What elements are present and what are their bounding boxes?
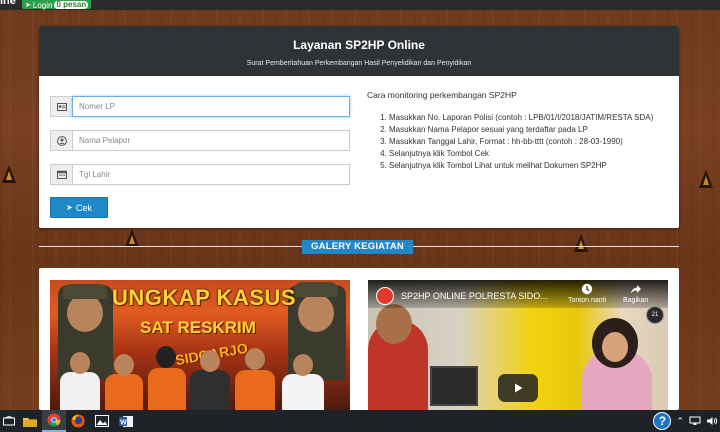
nama-pelapor-group xyxy=(50,130,350,151)
play-button[interactable] xyxy=(498,374,538,402)
gallery-title: GALERY KEGIATAN xyxy=(302,240,413,254)
person-head xyxy=(245,348,265,370)
help-icon[interactable]: ? xyxy=(653,412,672,430)
tgl-lahir-group xyxy=(50,164,350,185)
instructions-heading: Cara monitoring perkembangan SP2HP xyxy=(367,90,517,100)
taskbar-word[interactable]: W xyxy=(114,410,138,432)
person-figure xyxy=(190,370,230,410)
task-view-icon xyxy=(3,416,15,426)
poster-headline: UNGKAP KASUS xyxy=(112,285,297,310)
thumbnail-monitor xyxy=(430,366,478,406)
instruction-step: Masukkan Nama Pelapor sesuai yang terdaf… xyxy=(389,124,667,136)
instruction-step: Masukkan Tanggal Lahir, Format : hh-bb-t… xyxy=(389,136,667,148)
tgl-lahir-input[interactable] xyxy=(72,164,350,185)
decor-arrow-icon xyxy=(2,165,16,183)
watch-later-label: Tonton nanti xyxy=(568,297,607,304)
share-label: Bagikan xyxy=(623,297,649,304)
calendar-icon xyxy=(50,164,72,185)
top-navbar: ine ➤ Login 0 pesan xyxy=(0,0,720,10)
chrome-icon xyxy=(47,413,61,427)
youtube-video-embed[interactable]: SP2HP ONLINE POLRESTA SIDO... Tonton nan… xyxy=(368,280,668,410)
officer-head xyxy=(67,294,103,332)
person-figure xyxy=(60,372,100,410)
poster-subheadline: SAT RESKRIM xyxy=(140,318,256,337)
instructions-list: Masukkan No. Laporan Polisi (contoh : LP… xyxy=(367,112,667,172)
taskbar-chrome[interactable] xyxy=(42,410,66,432)
person-head xyxy=(293,354,313,376)
instruction-step: Selanjutnya klik Tombol Lihat untuk meli… xyxy=(389,160,667,172)
officer-cap xyxy=(294,282,338,297)
decor-arrow-icon xyxy=(125,229,139,247)
sp2hp-form: ➤ Cek xyxy=(50,96,350,218)
gallery-panel: UNGKAP KASUS SAT RESKRIM SIDOARJO SP2HP … xyxy=(39,268,679,410)
thumbnail-person-face xyxy=(602,332,628,362)
nama-pelapor-input[interactable] xyxy=(72,130,350,151)
panel-header: Layanan SP2HP Online Surat Pemberitahuan… xyxy=(39,26,679,76)
network-icon[interactable] xyxy=(689,416,701,426)
person-head xyxy=(200,350,220,372)
id-card-icon xyxy=(50,96,72,117)
sign-in-icon: ➤ xyxy=(66,203,73,212)
system-tray: ? ⌃ xyxy=(653,410,718,432)
speaker-icon[interactable] xyxy=(706,416,718,426)
decor-arrow-icon xyxy=(574,234,588,252)
panel-subtitle: Surat Pemberitahuan Perkembangan Hasil P… xyxy=(246,60,472,67)
windows-taskbar: W ? ⌃ xyxy=(0,410,720,432)
nomor-lp-input[interactable] xyxy=(72,96,350,117)
panel-title: Layanan SP2HP Online xyxy=(293,38,425,52)
folder-icon xyxy=(23,417,37,427)
instruction-step: Selanjutnya klik Tombol Cek xyxy=(389,148,667,160)
user-circle-icon xyxy=(50,130,72,151)
channel-avatar[interactable] xyxy=(376,287,394,305)
sp2hp-panel: Layanan SP2HP Online Surat Pemberitahuan… xyxy=(39,26,679,228)
chevron-up-icon[interactable]: ⌃ xyxy=(676,416,684,427)
instructions: Cara monitoring perkembangan SP2HP Masuk… xyxy=(367,90,667,172)
channel-watermark: 21 xyxy=(646,306,664,324)
taskbar-task-view[interactable] xyxy=(0,410,18,432)
svg-text:W: W xyxy=(120,419,127,426)
decor-arrow-icon xyxy=(699,170,713,188)
message-count-badge: 0 pesan xyxy=(54,0,89,9)
photos-icon xyxy=(95,415,109,427)
play-icon xyxy=(515,383,523,393)
person-figure xyxy=(235,370,275,410)
login-label: Login xyxy=(32,1,53,10)
brand-name[interactable]: ine xyxy=(0,0,16,7)
taskbar-photos[interactable] xyxy=(90,410,114,432)
gallery-poster-image[interactable]: UNGKAP KASUS SAT RESKRIM SIDOARJO xyxy=(50,280,350,410)
officer-cap xyxy=(63,284,107,299)
nomor-lp-group xyxy=(50,96,350,117)
firefox-icon xyxy=(71,414,85,428)
login-button[interactable]: ➤ Login 0 pesan xyxy=(22,0,92,10)
person-figure xyxy=(148,368,186,410)
login-icon: ➤ xyxy=(25,2,31,9)
word-icon: W xyxy=(119,415,133,427)
person-figure xyxy=(105,374,143,410)
taskbar-file-explorer[interactable] xyxy=(18,410,42,432)
officer-head xyxy=(298,294,334,332)
person-figure xyxy=(282,374,324,410)
person-head xyxy=(156,346,176,368)
watch-later-button[interactable]: Tonton nanti xyxy=(568,283,606,304)
cek-button[interactable]: ➤ Cek xyxy=(50,197,108,218)
thumbnail-person-head xyxy=(376,304,412,344)
instruction-step: Masukkan No. Laporan Polisi (contoh : LP… xyxy=(389,112,667,124)
cek-label: Cek xyxy=(75,202,92,213)
video-title[interactable]: SP2HP ONLINE POLRESTA SIDO... xyxy=(401,291,548,301)
share-icon xyxy=(630,285,641,294)
taskbar-firefox[interactable] xyxy=(66,410,90,432)
person-head xyxy=(114,354,134,376)
person-head xyxy=(70,352,90,374)
clock-icon xyxy=(581,283,593,295)
share-button[interactable]: Bagikan xyxy=(623,283,648,304)
